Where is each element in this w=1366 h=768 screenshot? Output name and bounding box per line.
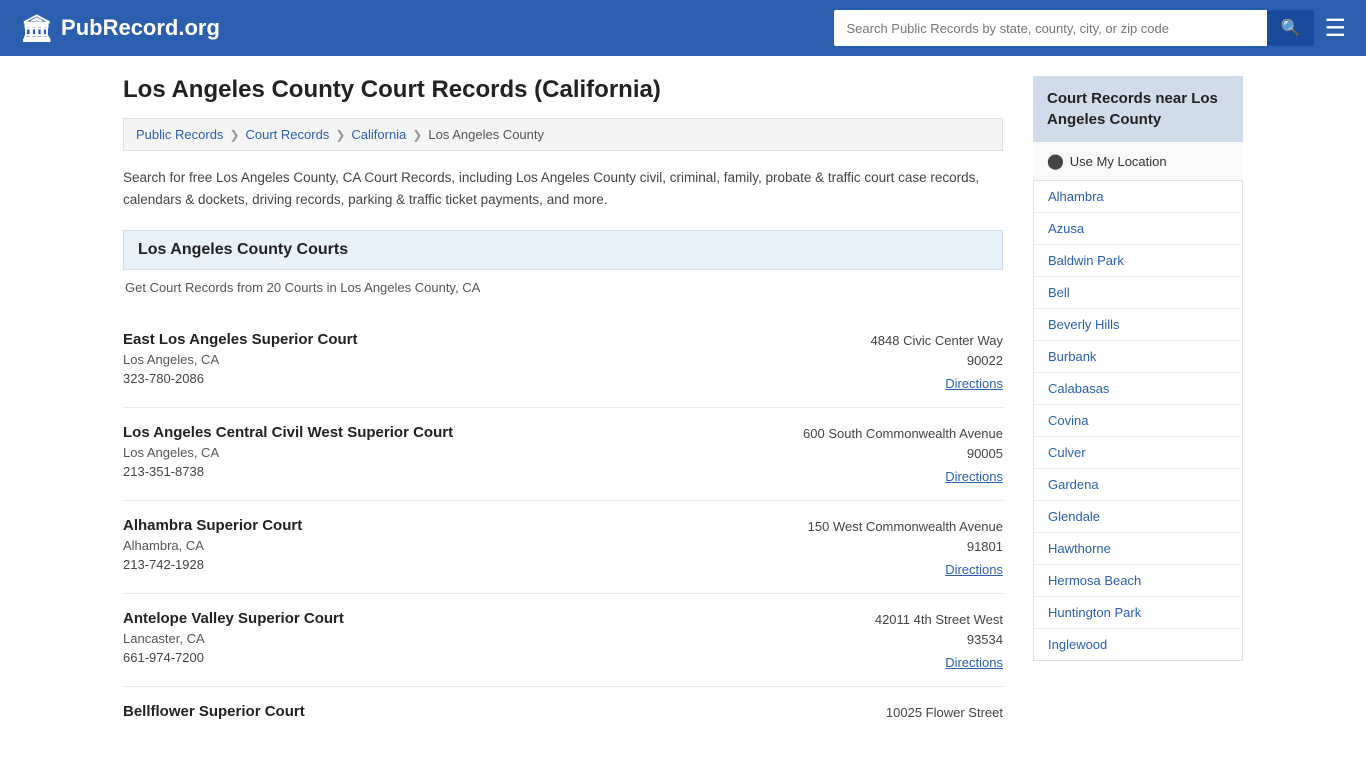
sidebar-city-link[interactable]: Gardena	[1034, 469, 1242, 500]
court-phone: 323-780-2086	[123, 371, 358, 386]
use-my-location[interactable]: ⬤ Use My Location	[1033, 142, 1243, 181]
sidebar-city-item: Azusa	[1034, 213, 1242, 245]
court-address: 150 West Commonwealth Avenue91801 Directi…	[808, 517, 1003, 577]
court-address-text: 600 South Commonwealth Avenue90005	[803, 424, 1003, 463]
hamburger-icon[interactable]: ☰	[1324, 14, 1346, 43]
sidebar-city-item: Hawthorne	[1034, 533, 1242, 565]
search-bar: 🔍	[834, 10, 1314, 46]
courts-section-header: Los Angeles County Courts	[123, 230, 1003, 270]
sidebar-city-item: Beverly Hills	[1034, 309, 1242, 341]
breadcrumb-sep-2: ❯	[335, 128, 345, 142]
sidebar-city-item: Bell	[1034, 277, 1242, 309]
sidebar-city-link[interactable]: Huntington Park	[1034, 597, 1242, 628]
sidebar-city-link[interactable]: Beverly Hills	[1034, 309, 1242, 340]
search-button[interactable]: 🔍	[1267, 10, 1315, 46]
sidebar: Court Records near Los Angeles County ⬤ …	[1033, 76, 1243, 745]
court-name: Alhambra Superior Court	[123, 517, 302, 534]
sidebar-city-link[interactable]: Inglewood	[1034, 629, 1242, 660]
sidebar-city-link[interactable]: Hawthorne	[1034, 533, 1242, 564]
header-right: 🔍 ☰	[834, 10, 1346, 46]
sidebar-city-link[interactable]: Azusa	[1034, 213, 1242, 244]
site-logo[interactable]: 🏛 PubRecord.org	[20, 13, 220, 44]
sidebar-city-item: Gardena	[1034, 469, 1242, 501]
court-address: 600 South Commonwealth Avenue90005 Direct…	[803, 424, 1003, 484]
sidebar-city-link[interactable]: Baldwin Park	[1034, 245, 1242, 276]
court-phone: 213-742-1928	[123, 557, 302, 572]
courts-list: East Los Angeles Superior Court Los Angel…	[123, 315, 1003, 745]
sidebar-city-link[interactable]: Alhambra	[1034, 181, 1242, 212]
sidebar-city-item: Alhambra	[1034, 181, 1242, 213]
court-info: Antelope Valley Superior Court Lancaster,…	[123, 610, 344, 665]
sidebar-city-item: Calabasas	[1034, 373, 1242, 405]
court-info: East Los Angeles Superior Court Los Angel…	[123, 331, 358, 386]
court-address-text: 42011 4th Street West93534	[875, 610, 1003, 649]
main-container: Los Angeles County Court Records (Califo…	[103, 56, 1263, 765]
page-description: Search for free Los Angeles County, CA C…	[123, 167, 1003, 210]
logo-text: PubRecord.org	[61, 15, 220, 41]
court-phone: 661-974-7200	[123, 650, 344, 665]
sidebar-city-link[interactable]: Burbank	[1034, 341, 1242, 372]
breadcrumb-public-records[interactable]: Public Records	[136, 127, 223, 142]
sidebar-city-link[interactable]: Calabasas	[1034, 373, 1242, 404]
page-title: Los Angeles County Court Records (Califo…	[123, 76, 1003, 104]
court-item: Los Angeles Central Civil West Superior …	[123, 408, 1003, 501]
site-header: 🏛 PubRecord.org 🔍 ☰	[0, 0, 1366, 56]
sidebar-city-item: Covina	[1034, 405, 1242, 437]
sidebar-city-item: Huntington Park	[1034, 597, 1242, 629]
sidebar-city-item: Burbank	[1034, 341, 1242, 373]
breadcrumb-sep-1: ❯	[229, 128, 239, 142]
court-item: Antelope Valley Superior Court Lancaster,…	[123, 594, 1003, 687]
court-item: Bellflower Superior Court 10025 Flower St…	[123, 687, 1003, 745]
logo-icon: 🏛	[20, 13, 53, 44]
sidebar-city-link[interactable]: Glendale	[1034, 501, 1242, 532]
directions-link[interactable]: Directions	[871, 376, 1003, 391]
directions-link[interactable]: Directions	[808, 562, 1003, 577]
court-name: East Los Angeles Superior Court	[123, 331, 358, 348]
sidebar-city-item: Culver	[1034, 437, 1242, 469]
court-name: Antelope Valley Superior Court	[123, 610, 344, 627]
sidebar-city-item: Glendale	[1034, 501, 1242, 533]
sidebar-city-link[interactable]: Bell	[1034, 277, 1242, 308]
sidebar-city-list: AlhambraAzusaBaldwin ParkBellBeverly Hil…	[1033, 181, 1243, 661]
sidebar-header: Court Records near Los Angeles County	[1033, 76, 1243, 142]
court-phone: 213-351-8738	[123, 464, 453, 479]
breadcrumb-california[interactable]: California	[351, 127, 406, 142]
court-address: 10025 Flower Street	[886, 703, 1003, 729]
court-address-text: 10025 Flower Street	[886, 703, 1003, 723]
court-info: Alhambra Superior Court Alhambra, CA 213-7…	[123, 517, 302, 572]
sidebar-city-item: Hermosa Beach	[1034, 565, 1242, 597]
breadcrumb-court-records[interactable]: Court Records	[246, 127, 330, 142]
search-input[interactable]	[834, 13, 1266, 44]
breadcrumb-current: Los Angeles County	[428, 127, 544, 142]
location-icon: ⬤	[1047, 152, 1064, 170]
court-item: East Los Angeles Superior Court Los Angel…	[123, 315, 1003, 408]
left-content: Los Angeles County Court Records (Califo…	[123, 76, 1003, 745]
breadcrumb-sep-3: ❯	[412, 128, 422, 142]
court-city: Alhambra, CA	[123, 538, 302, 553]
courts-section-sub: Get Court Records from 20 Courts in Los …	[123, 280, 1003, 295]
court-city: Los Angeles, CA	[123, 352, 358, 367]
court-address: 4848 Civic Center Way90022 Directions	[871, 331, 1003, 391]
court-name: Bellflower Superior Court	[123, 703, 305, 720]
sidebar-city-item: Baldwin Park	[1034, 245, 1242, 277]
directions-link[interactable]: Directions	[803, 469, 1003, 484]
court-address-text: 4848 Civic Center Way90022	[871, 331, 1003, 370]
court-info: Los Angeles Central Civil West Superior …	[123, 424, 453, 479]
sidebar-city-item: Inglewood	[1034, 629, 1242, 660]
breadcrumb: Public Records ❯ Court Records ❯ Califor…	[123, 118, 1003, 151]
use-location-label: Use My Location	[1070, 154, 1167, 169]
directions-link[interactable]: Directions	[875, 655, 1003, 670]
court-address-text: 150 West Commonwealth Avenue91801	[808, 517, 1003, 556]
court-item: Alhambra Superior Court Alhambra, CA 213-7…	[123, 501, 1003, 594]
court-city: Lancaster, CA	[123, 631, 344, 646]
sidebar-city-link[interactable]: Culver	[1034, 437, 1242, 468]
court-address: 42011 4th Street West93534 Directions	[875, 610, 1003, 670]
sidebar-city-link[interactable]: Hermosa Beach	[1034, 565, 1242, 596]
sidebar-city-link[interactable]: Covina	[1034, 405, 1242, 436]
court-name: Los Angeles Central Civil West Superior …	[123, 424, 453, 441]
court-info: Bellflower Superior Court	[123, 703, 305, 724]
court-city: Los Angeles, CA	[123, 445, 453, 460]
